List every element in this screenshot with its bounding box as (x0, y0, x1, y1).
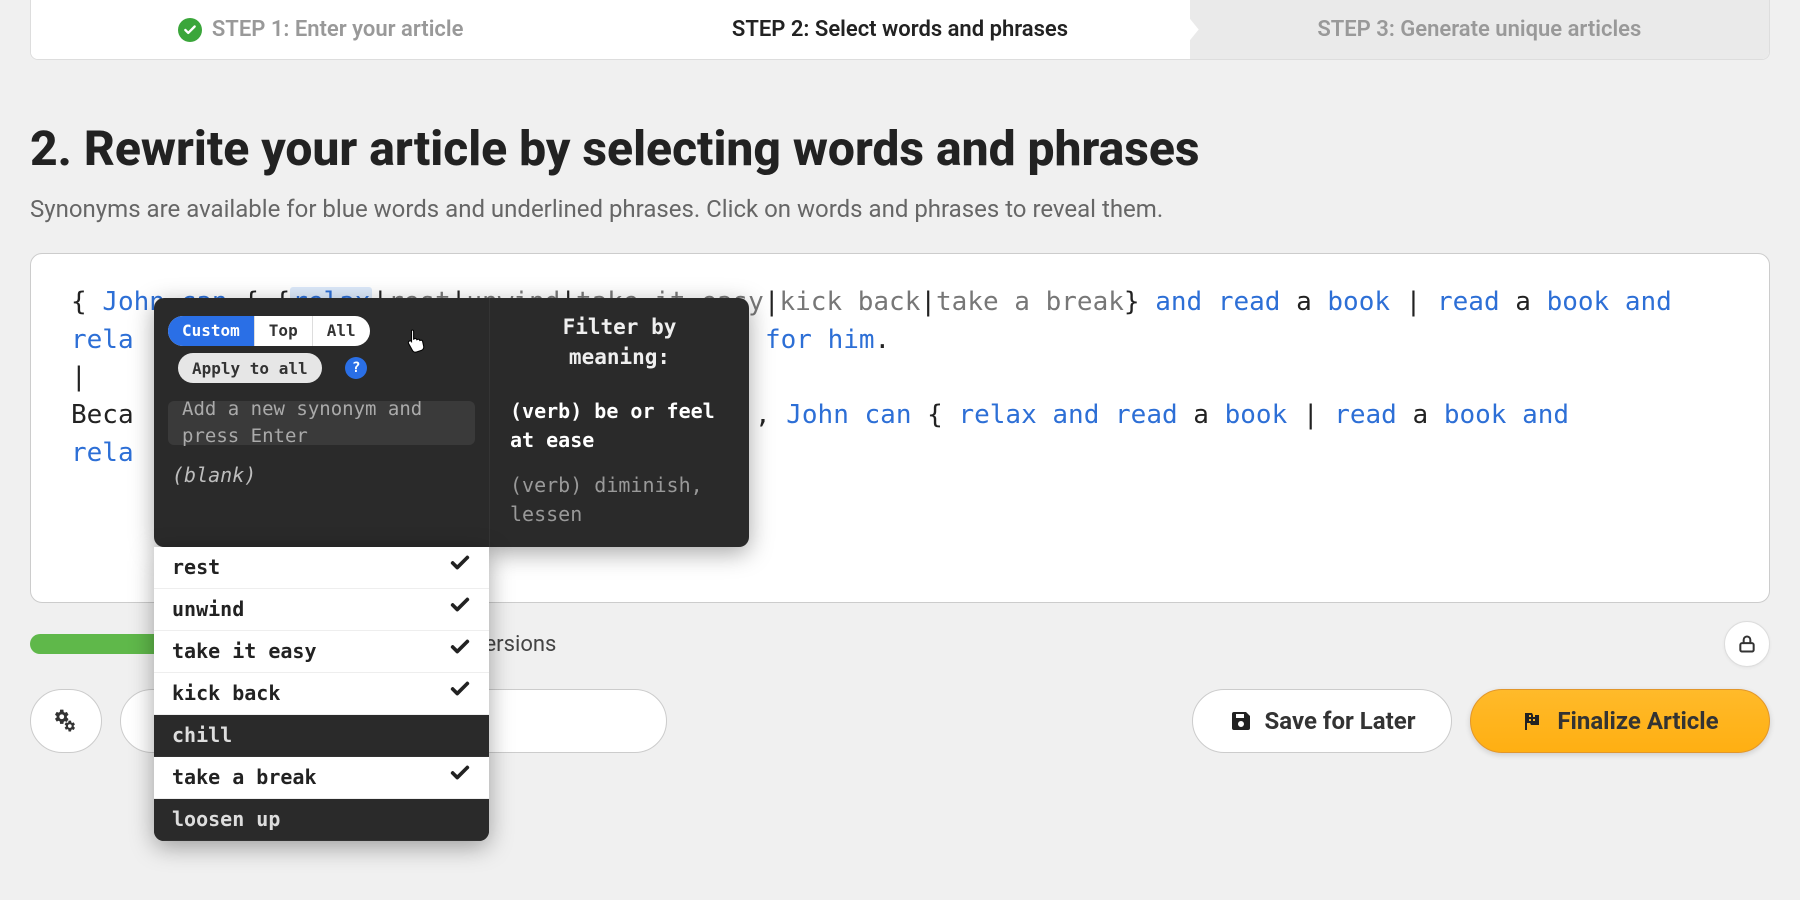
check-icon (449, 594, 471, 624)
scope-top[interactable]: Top (255, 316, 313, 346)
check-icon (449, 636, 471, 666)
word-book-4[interactable]: book (1444, 400, 1507, 430)
synonym-take-it-easy[interactable]: take it easy (154, 631, 489, 673)
word-and-4[interactable]: and (1522, 400, 1569, 430)
word-for[interactable]: for (765, 325, 812, 355)
text-caret: | (71, 362, 87, 392)
check-icon (449, 762, 471, 792)
word-and-2[interactable]: and (1625, 287, 1672, 317)
word-and[interactable]: and (1155, 287, 1202, 317)
synonym-take-a-break[interactable]: take a break (154, 757, 489, 799)
finalize-label: Finalize Article (1557, 707, 1718, 735)
word-relax-cut[interactable]: rela (71, 325, 134, 355)
synonym-label: loosen up (172, 805, 280, 834)
lock-button[interactable] (1724, 621, 1770, 667)
step-3[interactable]: STEP 3: Generate unique articles (1190, 0, 1769, 59)
synonym-label: rest (172, 553, 220, 582)
word-read-3[interactable]: read (1115, 400, 1178, 430)
add-synonym-input[interactable]: Add a new synonym and press Enter (168, 401, 475, 445)
syn-take-a-break[interactable]: take a break (936, 287, 1124, 317)
filter-by-meaning-title: Filter by meaning: (508, 312, 731, 373)
save-icon (1229, 709, 1253, 733)
page-subtitle: Synonyms are available for blue words an… (30, 195, 1770, 223)
save-label: Save for Later (1265, 707, 1416, 735)
synonym-scope-toggle: Custom Top All (168, 316, 370, 346)
word-john-2[interactable]: John (786, 400, 849, 430)
synonym-label: take it easy (172, 637, 317, 666)
word-because-cut: Beca (71, 400, 134, 430)
step-1[interactable]: STEP 1: Enter your article (31, 0, 610, 59)
meaning-ease[interactable]: (verb) be or feel at ease (508, 389, 731, 463)
step-complete-icon (178, 18, 202, 42)
word-relax-cut-2[interactable]: rela (71, 438, 134, 468)
page-title: 2. Rewrite your article by selecting wor… (30, 120, 1770, 177)
lock-icon (1737, 634, 1757, 654)
synonym-rest[interactable]: rest (154, 547, 489, 589)
word-book-2[interactable]: book (1547, 287, 1610, 317)
synonym-chill[interactable]: chill (154, 715, 489, 757)
word-him[interactable]: him (828, 325, 875, 355)
gears-icon (51, 706, 81, 736)
synonym-kick-back[interactable]: kick back (154, 673, 489, 715)
scope-custom[interactable]: Custom (168, 316, 255, 346)
word-read-4[interactable]: read (1334, 400, 1397, 430)
step-2-label: STEP 2: Select words and phrases (732, 17, 1068, 42)
step-2[interactable]: STEP 2: Select words and phrases (610, 0, 1189, 59)
word-can-2[interactable]: can (865, 400, 912, 430)
synonym-label: take a break (172, 763, 317, 792)
check-icon (449, 552, 471, 582)
synonym-unwind[interactable]: unwind (154, 589, 489, 631)
word-and-3[interactable]: and (1052, 400, 1099, 430)
page-body: 2. Rewrite your article by selecting wor… (0, 60, 1800, 753)
step-3-label: STEP 3: Generate unique articles (1317, 17, 1641, 42)
step-1-label: STEP 1: Enter your article (212, 17, 464, 42)
word-read[interactable]: read (1218, 287, 1281, 317)
word-book[interactable]: book (1327, 287, 1390, 317)
synonym-list: rest unwind take it easy kick back chill (154, 547, 489, 841)
stepper: STEP 1: Enter your article STEP 2: Selec… (30, 0, 1770, 60)
word-book-3[interactable]: book (1225, 400, 1288, 430)
syn-kick-back[interactable]: kick back (779, 287, 920, 317)
finalize-article-button[interactable]: Finalize Article (1470, 689, 1770, 753)
meaning-diminish[interactable]: (verb) diminish, lessen (508, 463, 731, 537)
word-relax-2[interactable]: relax (958, 400, 1036, 430)
check-icon (449, 678, 471, 708)
synonym-label: chill (172, 721, 232, 750)
scope-all[interactable]: All (313, 316, 370, 346)
synonym-label: unwind (172, 595, 244, 624)
apply-to-all-button[interactable]: Apply to all (178, 353, 322, 383)
flag-checkered-icon (1521, 709, 1545, 733)
synonym-loosen-up[interactable]: loosen up (154, 799, 489, 841)
synonym-label: kick back (172, 679, 280, 708)
word-read-2[interactable]: read (1437, 287, 1500, 317)
blank-option[interactable]: (blank) (168, 455, 475, 498)
cursor-pointer-icon (404, 328, 426, 366)
settings-button[interactable] (30, 689, 102, 753)
article-editor[interactable]: { John can { {relax|rest|unwind|take it … (30, 253, 1770, 603)
input-placeholder: Add a new synonym and press Enter (182, 396, 461, 451)
save-for-later-button[interactable]: Save for Later (1192, 689, 1452, 753)
synonym-popover: Custom Top All Apply to all ? Add a new … (154, 298, 749, 841)
help-icon[interactable]: ? (345, 357, 367, 379)
